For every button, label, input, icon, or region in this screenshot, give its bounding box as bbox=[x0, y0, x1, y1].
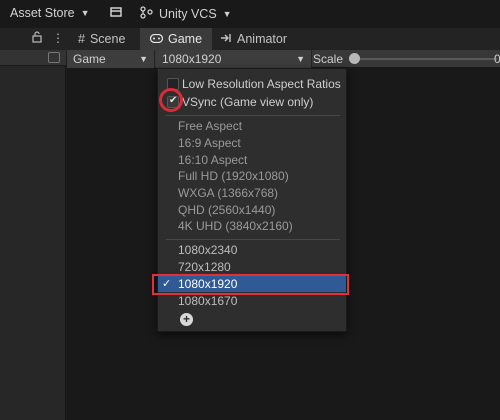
chevron-down-icon: ▼ bbox=[139, 54, 148, 64]
menu-item-wxga[interactable]: WXGA (1366x768) bbox=[158, 185, 346, 201]
left-panel bbox=[0, 50, 66, 420]
lock-icon[interactable] bbox=[32, 31, 42, 46]
scale-slider-handle[interactable] bbox=[349, 53, 360, 64]
animator-icon bbox=[220, 32, 232, 47]
grid-icon: # bbox=[78, 32, 85, 46]
menu-item-4k-uhd[interactable]: 4K UHD (3840x2160) bbox=[158, 218, 346, 234]
tab-scene[interactable]: # Scene bbox=[68, 28, 135, 50]
tab-game[interactable]: Game bbox=[140, 28, 213, 50]
chevron-down-icon: ▼ bbox=[222, 9, 232, 19]
tab-scene-label: Scene bbox=[89, 32, 126, 46]
annotation-circle bbox=[159, 88, 183, 112]
scale-slider-track[interactable] bbox=[357, 58, 497, 60]
display-dropdown[interactable]: Game ▼ bbox=[67, 50, 155, 68]
tab-strip: ⋮ # Scene Game Animator bbox=[0, 28, 500, 50]
menu-divider bbox=[166, 239, 340, 240]
annotation-highlight-box bbox=[152, 274, 349, 295]
menu-item-1080x2340[interactable]: 1080x2340 bbox=[158, 242, 346, 258]
display-label: Game bbox=[73, 52, 106, 66]
add-resolution-icon[interactable]: + bbox=[180, 313, 193, 326]
game-view-toolbar: Game ▼ 1080x1920 ▼ Scale 0 bbox=[67, 50, 500, 68]
more-options-icon[interactable]: ⋮ bbox=[52, 31, 64, 45]
menu-item-720x1280[interactable]: 720x1280 bbox=[158, 259, 346, 275]
scale-label: Scale bbox=[313, 52, 344, 66]
vsync-option[interactable]: VSync (Game view only) bbox=[158, 94, 346, 110]
tab-animator-label: Animator bbox=[237, 32, 288, 46]
menu-item-qhd[interactable]: QHD (2560x1440) bbox=[158, 202, 346, 218]
tab-animator[interactable]: Animator bbox=[210, 28, 297, 50]
vcs-icon bbox=[140, 6, 153, 22]
asset-store-label: Asset Store bbox=[10, 6, 75, 20]
menu-divider bbox=[166, 115, 340, 116]
menu-item-16-10[interactable]: 16:10 Aspect bbox=[158, 152, 346, 168]
panel-toggle-icon[interactable] bbox=[48, 52, 60, 63]
asset-store-menu[interactable]: Asset Store ▼ bbox=[10, 6, 90, 20]
chevron-down-icon: ▼ bbox=[80, 8, 90, 18]
menu-item-16-9[interactable]: 16:9 Aspect bbox=[158, 135, 346, 151]
menu-item-free-aspect[interactable]: Free Aspect bbox=[158, 118, 346, 134]
inbox-icon[interactable] bbox=[110, 6, 122, 18]
menu-item-full-hd[interactable]: Full HD (1920x1080) bbox=[158, 168, 346, 184]
left-panel-header bbox=[0, 50, 66, 66]
menu-item-1080x1670[interactable]: 1080x1670 bbox=[158, 293, 346, 309]
unity-vcs-label: Unity VCS bbox=[159, 7, 217, 21]
unity-vcs-menu[interactable]: Unity VCS ▼ bbox=[140, 6, 232, 22]
resolution-label: 1080x1920 bbox=[162, 52, 222, 66]
low-resolution-label: Low Resolution Aspect Ratios bbox=[182, 77, 341, 91]
top-toolbar: Asset Store ▼ Unity VCS ▼ bbox=[0, 0, 500, 28]
scale-value: 0 bbox=[494, 52, 500, 66]
chevron-down-icon: ▼ bbox=[296, 54, 305, 64]
vsync-label: VSync (Game view only) bbox=[182, 95, 314, 109]
gamepad-icon bbox=[149, 32, 164, 46]
tab-game-label: Game bbox=[168, 32, 203, 46]
low-resolution-option[interactable]: Low Resolution Aspect Ratios bbox=[158, 76, 346, 92]
resolution-dropdown[interactable]: 1080x1920 ▼ bbox=[156, 50, 312, 68]
